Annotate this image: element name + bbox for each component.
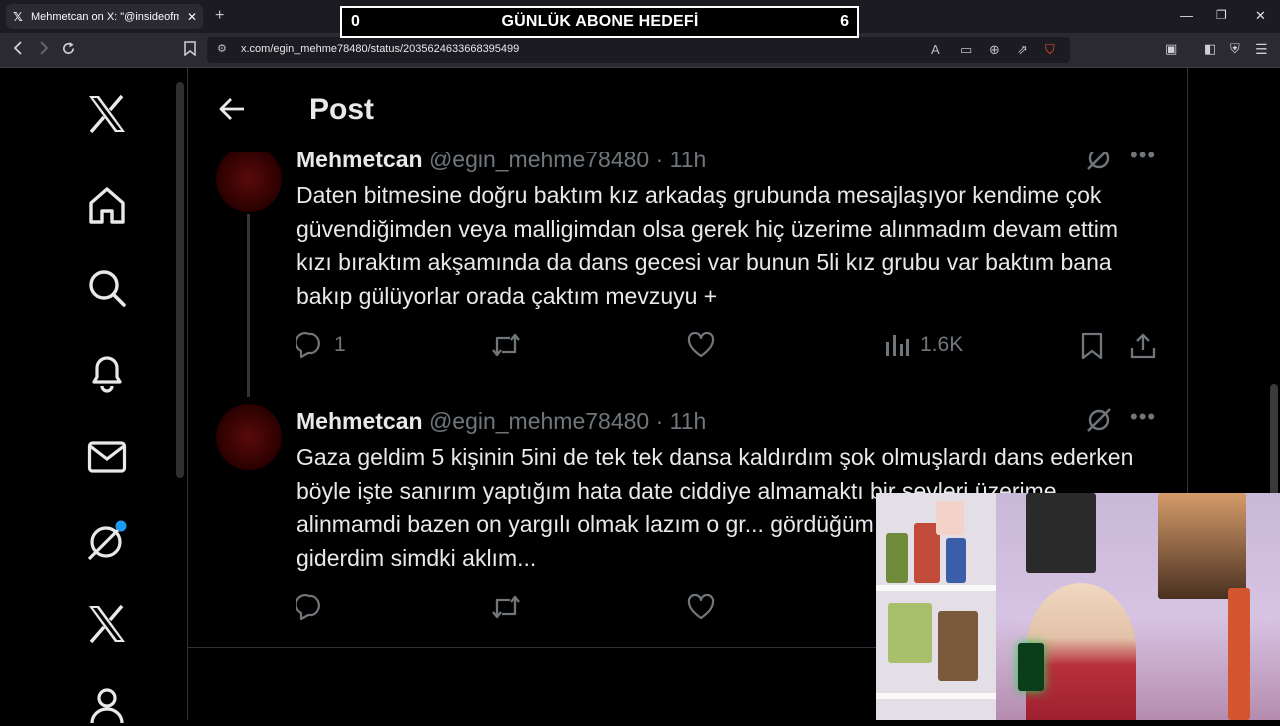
subscriber-goal-overlay: 0 GÜNLÜK ABONE HEDEFİ 6 (340, 6, 859, 38)
browser-tab[interactable]: 𝕏 Mehmetcan on X: "@insideofmy ✕ (6, 4, 203, 29)
address-bar[interactable]: ⚙ x.com/egin_mehme78480/status/203562463… (207, 37, 1070, 63)
left-navigation (0, 68, 175, 724)
like-button[interactable] (687, 594, 715, 620)
reply-button[interactable]: 1 (296, 332, 346, 358)
reload-icon[interactable] (61, 41, 76, 60)
zoom-icon[interactable]: ⊕ (989, 42, 1000, 58)
bookmark-page-icon[interactable] (184, 41, 196, 60)
repost-button[interactable] (490, 332, 522, 358)
share-icon[interactable]: ⇗ (1017, 42, 1028, 58)
avatar[interactable] (216, 404, 282, 470)
figure (886, 533, 908, 583)
figure (938, 611, 978, 681)
shelf-board (876, 693, 996, 699)
like-icon (687, 332, 715, 358)
webcam-overlay (876, 493, 1280, 720)
thread-line (247, 214, 250, 397)
notifications-icon[interactable] (86, 351, 128, 393)
repost-icon (492, 333, 520, 357)
poster (1026, 493, 1096, 573)
messages-icon[interactable] (86, 436, 128, 478)
tab-close-icon[interactable]: ✕ (187, 10, 197, 24)
browser-toolbar: ⚙ x.com/egin_mehme78480/status/203562463… (0, 33, 1280, 68)
explore-icon[interactable] (86, 267, 128, 309)
page-title: Post (309, 93, 375, 126)
reply-icon (296, 332, 320, 358)
site-info-icon[interactable]: ⚙ (217, 42, 227, 55)
repost-icon (492, 595, 520, 619)
views-count: 1.6K (920, 333, 964, 356)
grok-icon[interactable] (86, 520, 128, 562)
tweet-text: Daten bitmesine doğru baktım kız arkadaş… (296, 182, 1118, 309)
x-logo-icon[interactable] (86, 93, 128, 135)
reader-mode-icon[interactable]: ▭ (960, 42, 972, 58)
reply-button[interactable] (296, 594, 324, 620)
avatar[interactable] (216, 146, 282, 212)
menu-icon[interactable]: ☰ (1255, 41, 1268, 58)
figure (946, 538, 966, 583)
brave-shield-icon[interactable]: ⛉ (1045, 42, 1055, 58)
back-arrow-icon[interactable] (218, 96, 246, 122)
nav-scrollbar[interactable] (176, 82, 184, 478)
shelf-board (876, 585, 996, 591)
more-options-icon[interactable]: ••• (1130, 404, 1156, 430)
goal-current: 0 (351, 13, 360, 30)
display-name[interactable]: Mehmetcan (296, 408, 423, 434)
x-favicon-icon: 𝕏 (13, 9, 23, 24)
new-tab-button[interactable]: + (215, 7, 224, 25)
premium-x-icon[interactable] (86, 603, 128, 645)
translate-icon[interactable]: A (931, 42, 940, 57)
share-button[interactable] (1129, 332, 1157, 360)
vpn-icon[interactable]: ⛨ (1230, 41, 1240, 57)
tweet-actions: 1 1.6K (296, 332, 1166, 362)
grok-explain-icon[interactable] (1085, 406, 1113, 434)
maximize-icon[interactable]: ❐ (1216, 8, 1227, 22)
bookmark-icon (1081, 332, 1103, 360)
minimize-icon[interactable]: — (1180, 8, 1193, 23)
goal-target: 6 (840, 13, 849, 30)
forward-icon[interactable] (38, 41, 50, 59)
poster (1158, 493, 1246, 599)
share-post-icon (1130, 333, 1156, 359)
bookmark-button[interactable] (1080, 332, 1104, 360)
window-close-icon[interactable]: ✕ (1255, 8, 1266, 24)
figure (888, 603, 932, 663)
sidebar-toggle-icon[interactable]: ◧ (1204, 41, 1216, 57)
repost-button[interactable] (490, 594, 522, 620)
tab-title: Mehmetcan on X: "@insideofmy (31, 10, 179, 23)
lamp (1018, 643, 1044, 691)
back-icon[interactable] (12, 41, 24, 59)
handle-time[interactable]: @egin_mehme78480 · 11h (429, 408, 706, 434)
like-button[interactable] (687, 332, 715, 358)
reply-icon (296, 594, 320, 620)
post-header: Post (188, 68, 1187, 152)
reply-count: 1 (334, 333, 346, 356)
views-button[interactable]: 1.6K (884, 332, 963, 358)
views-icon (886, 335, 909, 356)
like-icon (687, 594, 715, 620)
url-text[interactable]: x.com/egin_mehme78480/status/20356246336… (241, 43, 519, 55)
figure (936, 501, 964, 535)
bottle (1228, 588, 1250, 720)
home-icon[interactable] (86, 184, 128, 226)
extensions-icon[interactable]: ▣ (1165, 41, 1177, 57)
goal-title: GÜNLÜK ABONE HEDEFİ (501, 13, 699, 30)
tweet-header: Mehmetcan @egin_mehme78480 · 11h (296, 408, 706, 435)
